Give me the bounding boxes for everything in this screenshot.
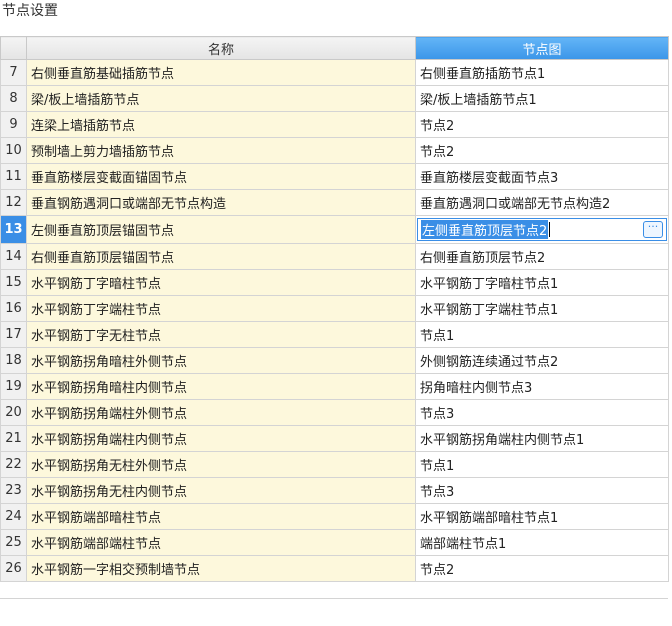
row-node-cell[interactable]: 水平钢筋拐角端柱内侧节点1	[415, 425, 669, 452]
row-name-cell[interactable]: 水平钢筋丁字无柱节点	[26, 321, 416, 348]
row-node-cell[interactable]: 节点2	[415, 137, 669, 164]
table-row[interactable]: 10 预制墙上剪力墙插筋节点 节点2	[0, 137, 669, 164]
row-name-cell[interactable]: 水平钢筋拐角无柱内侧节点	[26, 477, 416, 504]
table-row[interactable]: 23 水平钢筋拐角无柱内侧节点 节点3	[0, 477, 669, 504]
row-node-cell[interactable]: 梁/板上墙插筋节点1	[415, 85, 669, 112]
row-name-cell[interactable]: 水平钢筋拐角暗柱内侧节点	[26, 373, 416, 400]
row-name-cell[interactable]: 左侧垂直筋顶层锚固节点	[26, 215, 416, 244]
row-node-cell[interactable]: 节点3	[415, 399, 669, 426]
row-name-cell[interactable]: 水平钢筋拐角暗柱外侧节点	[26, 347, 416, 374]
row-node-cell[interactable]: 节点3	[415, 477, 669, 504]
table-row[interactable]: 19 水平钢筋拐角暗柱内侧节点 拐角暗柱内侧节点3	[0, 373, 669, 400]
row-node-cell[interactable]: 拐角暗柱内侧节点3	[415, 373, 669, 400]
row-index[interactable]: 13	[0, 215, 27, 244]
name-column-header[interactable]: 名称	[26, 36, 416, 60]
row-node-cell[interactable]: 外侧钢筋连续通过节点2	[415, 347, 669, 374]
row-name-cell[interactable]: 水平钢筋端部暗柱节点	[26, 503, 416, 530]
row-name-cell[interactable]: 水平钢筋拐角端柱内侧节点	[26, 425, 416, 452]
row-index[interactable]: 21	[0, 425, 27, 452]
row-index[interactable]: 23	[0, 477, 27, 504]
row-index[interactable]: 12	[0, 189, 27, 216]
row-name-cell[interactable]: 预制墙上剪力墙插筋节点	[26, 137, 416, 164]
table-row[interactable]: 15 水平钢筋丁字暗柱节点 水平钢筋丁字暗柱节点1	[0, 269, 669, 296]
row-node-cell[interactable]: 节点1	[415, 451, 669, 478]
table-row[interactable]: 7 右侧垂直筋基础插筋节点 右侧垂直筋插筋节点1	[0, 59, 669, 86]
row-name-cell[interactable]: 水平钢筋丁字暗柱节点	[26, 269, 416, 296]
row-name-cell[interactable]: 右侧垂直筋基础插筋节点	[26, 59, 416, 86]
table-row[interactable]: 12 垂直钢筋遇洞口或端部无节点构造 垂直筋遇洞口或端部无节点构造2	[0, 189, 669, 216]
row-node-cell[interactable]: 水平钢筋丁字端柱节点1	[415, 295, 669, 322]
row-index[interactable]: 9	[0, 111, 27, 138]
table-row[interactable]: 21 水平钢筋拐角端柱内侧节点 水平钢筋拐角端柱内侧节点1	[0, 425, 669, 452]
row-index[interactable]: 18	[0, 347, 27, 374]
node-settings-grid: 名称 节点图 7 右侧垂直筋基础插筋节点 右侧垂直筋插筋节点1 8 梁/板上墙插筋节点梁…	[0, 36, 669, 582]
table-row[interactable]: 8 梁/板上墙插筋节点 梁/板上墙插筋节点1	[0, 85, 669, 112]
row-name-cell[interactable]: 梁/板上墙插筋节点	[26, 85, 416, 112]
row-name-cell[interactable]: 水平钢筋拐角端柱外侧节点	[26, 399, 416, 426]
row-index[interactable]: 25	[0, 529, 27, 556]
row-name-cell[interactable]: 右侧垂直筋顶层锚固节点	[26, 243, 416, 270]
node-edit-field[interactable]: 左侧垂直筋顶层节点2 ···	[417, 218, 667, 241]
node-edit-text: 左侧垂直筋顶层节点2	[421, 220, 549, 239]
row-node-cell[interactable]: 水平钢筋端部暗柱节点1	[415, 503, 669, 530]
row-node-cell[interactable]: 右侧垂直筋插筋节点1	[415, 59, 669, 86]
table-row[interactable]: 25 水平钢筋端部端柱节点 端部端柱节点1	[0, 529, 669, 556]
row-index[interactable]: 10	[0, 137, 27, 164]
row-name-cell[interactable]: 水平钢筋拐角无柱外侧节点	[26, 451, 416, 478]
table-row[interactable]: 16 水平钢筋丁字端柱节点 水平钢筋丁字端柱节点1	[0, 295, 669, 322]
index-column-header	[0, 36, 27, 60]
row-node-cell[interactable]: 右侧垂直筋顶层节点2	[415, 243, 669, 270]
row-index[interactable]: 7	[0, 59, 27, 86]
row-index[interactable]: 26	[0, 555, 27, 582]
table-row[interactable]: 14 右侧垂直筋顶层锚固节点 右侧垂直筋顶层节点2	[0, 243, 669, 270]
row-name-cell[interactable]: 水平钢筋一字相交预制墙节点	[26, 555, 416, 582]
row-index[interactable]: 14	[0, 243, 27, 270]
row-node-cell[interactable]: 垂直筋楼层变截面节点3	[415, 163, 669, 190]
row-name-cell[interactable]: 水平钢筋端部端柱节点	[26, 529, 416, 556]
row-node-cell[interactable]: 节点1	[415, 321, 669, 348]
row-index[interactable]: 16	[0, 295, 27, 322]
row-name-cell[interactable]: 垂直钢筋遇洞口或端部无节点构造	[26, 189, 416, 216]
row-node-cell[interactable]: 节点2	[415, 111, 669, 138]
more-options-button[interactable]: ···	[643, 221, 663, 238]
row-index[interactable]: 17	[0, 321, 27, 348]
table-row[interactable]: 22 水平钢筋拐角无柱外侧节点 节点1	[0, 451, 669, 478]
table-row[interactable]: 24 水平钢筋端部暗柱节点 水平钢筋端部暗柱节点1	[0, 503, 669, 530]
node-column-header[interactable]: 节点图	[415, 36, 669, 60]
grid-bottom-border	[0, 598, 668, 599]
row-index[interactable]: 8	[0, 85, 27, 112]
row-index[interactable]: 19	[0, 373, 27, 400]
row-name-cell[interactable]: 连梁上墙插筋节点	[26, 111, 416, 138]
row-name-cell[interactable]: 垂直筋楼层变截面锚固节点	[26, 163, 416, 190]
row-index[interactable]: 15	[0, 269, 27, 296]
table-row[interactable]: 18 水平钢筋拐角暗柱外侧节点 外侧钢筋连续通过节点2	[0, 347, 669, 374]
row-name-cell[interactable]: 水平钢筋丁字端柱节点	[26, 295, 416, 322]
row-index[interactable]: 11	[0, 163, 27, 190]
row-node-cell[interactable]: 左侧垂直筋顶层节点2 ···	[415, 215, 669, 244]
row-index[interactable]: 22	[0, 451, 27, 478]
row-index[interactable]: 20	[0, 399, 27, 426]
row-node-cell[interactable]: 端部端柱节点1	[415, 529, 669, 556]
table-row[interactable]: 13 左侧垂直筋顶层锚固节点 左侧垂直筋顶层节点2 ···	[0, 215, 669, 244]
row-node-cell[interactable]: 节点2	[415, 555, 669, 582]
text-caret	[549, 222, 551, 237]
panel-title: 节点设置	[2, 3, 58, 19]
table-row[interactable]: 11 垂直筋楼层变截面锚固节点 垂直筋楼层变截面节点3	[0, 163, 669, 190]
row-node-cell[interactable]: 垂直筋遇洞口或端部无节点构造2	[415, 189, 669, 216]
table-row[interactable]: 26 水平钢筋一字相交预制墙节点 节点2	[0, 555, 669, 582]
row-node-cell[interactable]: 水平钢筋丁字暗柱节点1	[415, 269, 669, 296]
table-row[interactable]: 9 连梁上墙插筋节点 节点2	[0, 111, 669, 138]
table-row[interactable]: 20 水平钢筋拐角端柱外侧节点 节点3	[0, 399, 669, 426]
table-row[interactable]: 17 水平钢筋丁字无柱节点 节点1	[0, 321, 669, 348]
row-index[interactable]: 24	[0, 503, 27, 530]
header-row: 名称 节点图	[0, 36, 669, 60]
